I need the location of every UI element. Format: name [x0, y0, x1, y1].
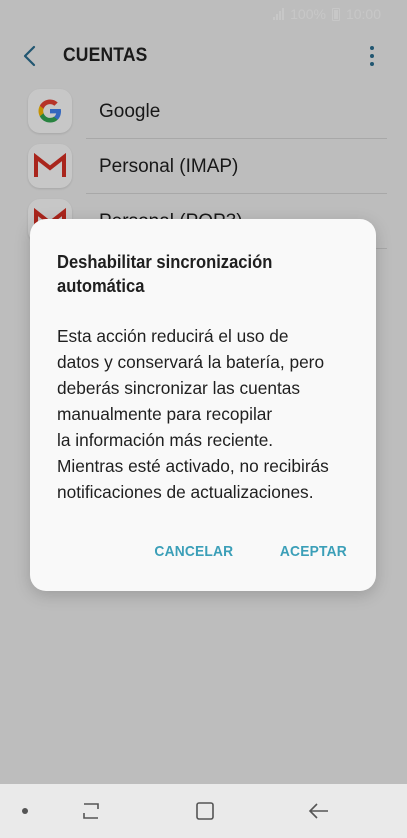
dialog-message-line: manualmente para recopilar	[57, 404, 273, 424]
back-nav-button[interactable]	[304, 796, 334, 826]
dialog-message-line: notificaciones de actualizaciones.	[57, 482, 314, 502]
home-icon	[196, 802, 214, 820]
dialog-message-line: deberás sincronizar las cuentas	[57, 378, 301, 398]
nav-bar-dot-icon[interactable]	[22, 808, 28, 814]
back-nav-icon	[308, 803, 328, 819]
cancel-button[interactable]: CANCELAR	[155, 543, 234, 560]
recent-apps-button[interactable]	[76, 796, 106, 826]
dialog-message: Esta acción reducirá el uso de datos y c…	[57, 323, 357, 505]
dialog-message-line: Esta acción reducirá el uso de	[57, 326, 289, 346]
dialog-message-line: datos y conservará la batería, pero	[57, 352, 325, 372]
recent-apps-icon	[83, 803, 99, 819]
navigation-bar	[0, 784, 407, 838]
dialog-message-line: la información más reciente.	[57, 430, 274, 450]
dialog-title: Deshabilitar sincronización automática	[57, 252, 273, 296]
dialog-actions: CANCELAR ACEPTAR	[151, 543, 350, 560]
dialog-message-line: Mientras esté activado, no recibirás	[57, 456, 329, 476]
accept-button[interactable]: ACEPTAR	[280, 543, 347, 560]
home-button[interactable]	[190, 796, 220, 826]
disable-auto-sync-dialog: Deshabilitar sincronización automática E…	[30, 219, 376, 591]
